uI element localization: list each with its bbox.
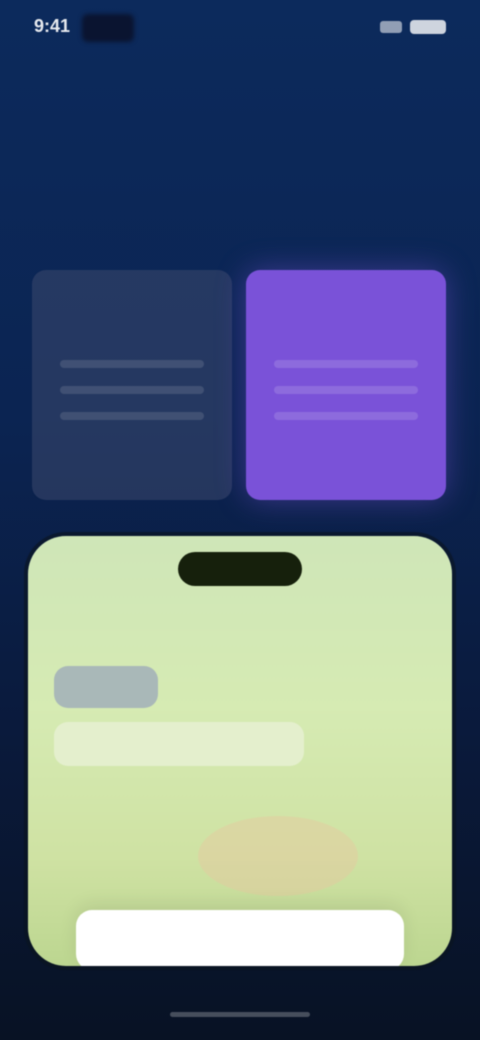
phone-preview — [28, 536, 452, 966]
plan-card-premium[interactable] — [246, 270, 446, 500]
battery-icon — [410, 20, 446, 34]
plan-features — [274, 360, 418, 438]
plan-feature-line — [60, 412, 204, 420]
reply-bubble — [54, 722, 304, 766]
plan-feature-line — [274, 386, 418, 394]
plan-features — [60, 360, 204, 438]
status-time: 9:41 — [34, 16, 71, 36]
message-avatar-bubble — [54, 666, 158, 708]
plan-feature-line — [274, 360, 418, 368]
map-area — [198, 816, 358, 896]
phone-notch — [178, 552, 302, 586]
continue-button[interactable] — [76, 910, 404, 966]
status-icons — [380, 20, 446, 34]
app-logo — [82, 14, 134, 42]
plan-feature-line — [60, 386, 204, 394]
plan-feature-line — [274, 412, 418, 420]
status-bar: 9:41 — [0, 0, 480, 56]
home-indicator — [170, 1012, 310, 1017]
plan-card-basic[interactable] — [32, 270, 232, 500]
signal-icon — [380, 21, 402, 33]
plan-feature-line — [60, 360, 204, 368]
